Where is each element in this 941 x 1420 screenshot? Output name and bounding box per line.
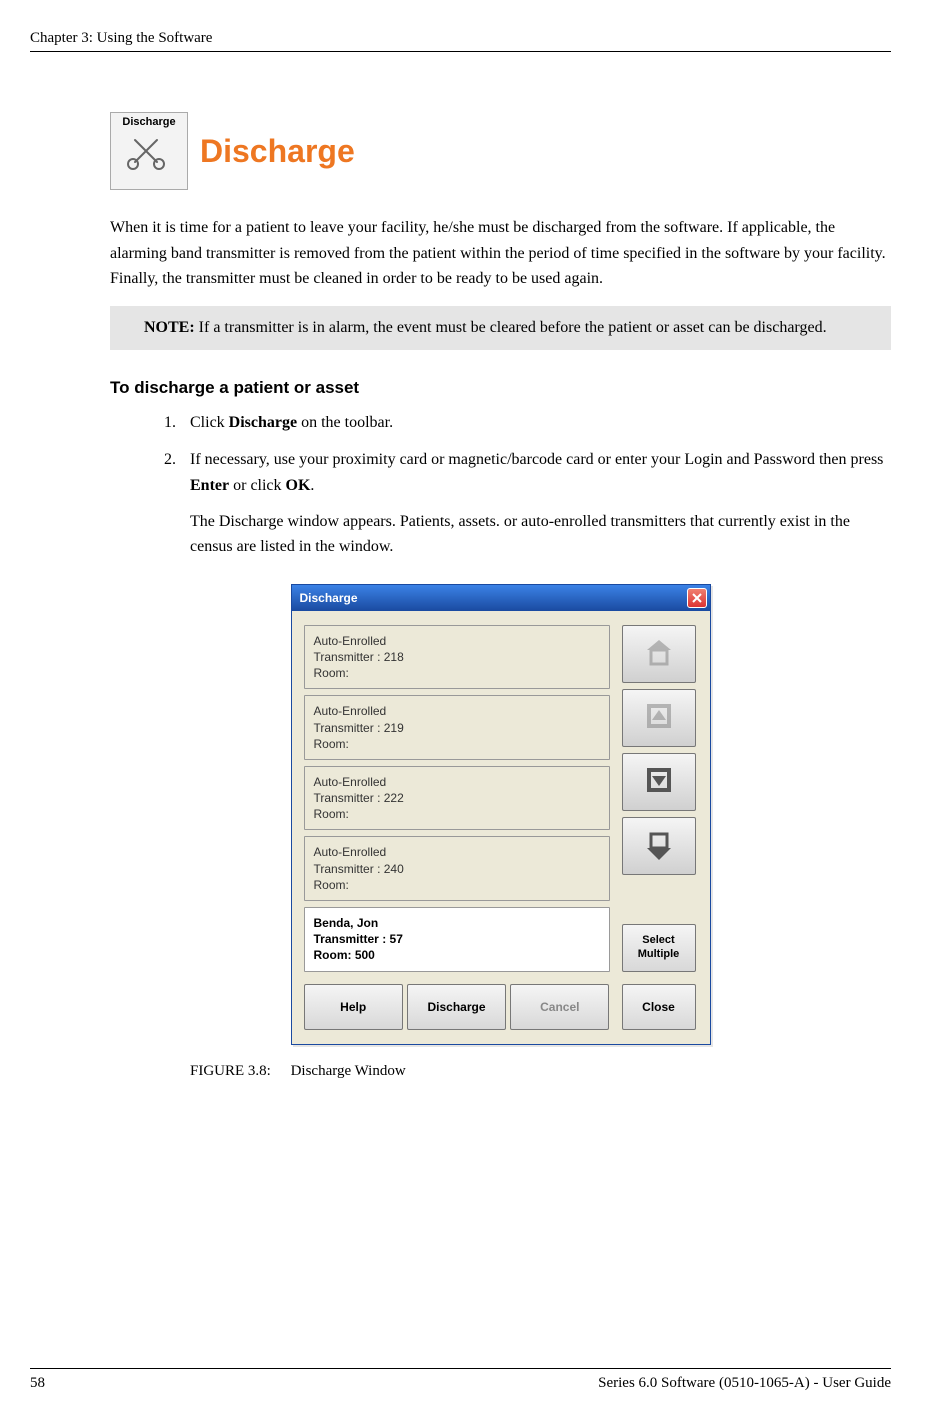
dialog-title-bar: Discharge — [292, 585, 710, 611]
arrow-up-icon — [641, 700, 677, 736]
list-item[interactable]: Auto-Enrolled Transmitter : 219 Room: — [304, 695, 610, 760]
list-item[interactable]: Auto-Enrolled Transmitter : 222 Room: — [304, 766, 610, 831]
section-title: Discharge — [200, 133, 355, 170]
procedure-heading: To discharge a patient or asset — [110, 378, 891, 398]
scroll-bottom-button[interactable] — [622, 817, 696, 875]
scissors-icon — [127, 132, 171, 176]
figure-caption: FIGURE 3.8: Discharge Window — [190, 1063, 891, 1080]
header-rule — [30, 51, 891, 52]
scroll-down-button[interactable] — [622, 753, 696, 811]
document-id: Series 6.0 Software (0510-1065-A) - User… — [598, 1375, 891, 1392]
note-label: NOTE: — [144, 319, 195, 336]
page-footer: 58 Series 6.0 Software (0510-1065-A) - U… — [30, 1368, 891, 1392]
list-item-selected[interactable]: Benda, Jon Transmitter : 57 Room: 500 — [304, 907, 610, 972]
chevron-double-up-icon — [641, 636, 677, 672]
select-multiple-button[interactable]: Select Multiple — [622, 924, 696, 972]
toolbar-icon-label: Discharge — [122, 116, 175, 128]
scroll-up-button[interactable] — [622, 689, 696, 747]
discharge-toolbar-icon: Discharge — [110, 112, 188, 190]
close-button[interactable]: Close — [622, 984, 696, 1030]
chapter-header: Chapter 3: Using the Software — [30, 30, 891, 47]
intro-paragraph: When it is time for a patient to leave y… — [110, 215, 891, 292]
dialog-title: Discharge — [300, 591, 358, 605]
step-1: Click Discharge on the toolbar. — [180, 410, 891, 436]
steps-list: Click Discharge on the toolbar. If neces… — [110, 410, 891, 560]
list-item[interactable]: Auto-Enrolled Transmitter : 240 Room: — [304, 836, 610, 901]
figure-number: FIGURE 3.8: — [190, 1063, 271, 1079]
page-number: 58 — [30, 1375, 45, 1392]
discharge-button[interactable]: Discharge — [407, 984, 506, 1030]
dialog-close-button[interactable] — [687, 588, 707, 608]
figure-title: Discharge Window — [291, 1063, 406, 1079]
step-2: If necessary, use your proximity card or… — [180, 447, 891, 559]
census-list: Auto-Enrolled Transmitter : 218 Room: Au… — [304, 625, 610, 972]
step-2-result: The Discharge window appears. Patients, … — [190, 509, 891, 560]
arrow-down-icon — [641, 764, 677, 800]
list-item[interactable]: Auto-Enrolled Transmitter : 218 Room: — [304, 625, 610, 690]
chevron-double-down-icon — [641, 828, 677, 864]
note-box: NOTE: If a transmitter is in alarm, the … — [110, 306, 891, 350]
close-icon — [692, 593, 702, 603]
help-button[interactable]: Help — [304, 984, 403, 1030]
note-text: If a transmitter is in alarm, the event … — [199, 319, 827, 336]
scroll-top-button[interactable] — [622, 625, 696, 683]
cancel-button[interactable]: Cancel — [510, 984, 609, 1030]
discharge-dialog: Discharge Auto-Enrolled Transmitter : 21… — [291, 584, 711, 1045]
